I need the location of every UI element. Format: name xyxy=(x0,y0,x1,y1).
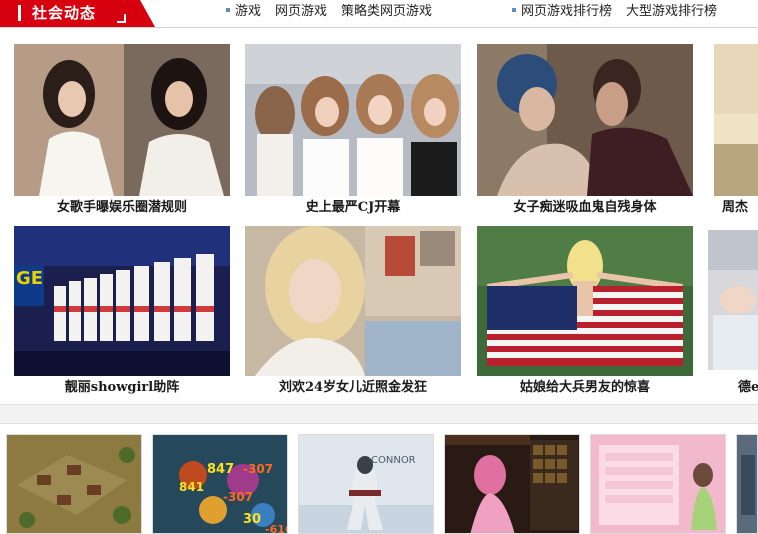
damage-number: -616 xyxy=(265,523,288,534)
damage-number: 30 xyxy=(243,512,261,527)
bullet-icon xyxy=(512,7,516,12)
photo-caption[interactable]: 女子痴迷吸血鬼自残身体 xyxy=(477,199,693,217)
photo-caption[interactable]: 姑娘给大兵男友的惊喜 xyxy=(477,379,693,397)
bullet-icon xyxy=(226,7,230,12)
game-thumbnail[interactable] xyxy=(6,434,142,534)
photo-image xyxy=(245,226,461,376)
photo-thumbnail[interactable] xyxy=(245,226,461,376)
photo-thumbnail[interactable] xyxy=(477,44,693,196)
nav-link-strategy-web-games[interactable]: 策略类网页游戏 xyxy=(341,4,432,19)
damage-number: 847 xyxy=(207,462,234,477)
photo-image xyxy=(14,44,230,196)
photo-caption[interactable]: 史上最严CJ开幕 xyxy=(245,199,461,217)
game-thumbnail[interactable]: CONNOR xyxy=(298,434,434,534)
game-thumbnail[interactable] xyxy=(590,434,726,534)
photo-image xyxy=(708,230,758,370)
photo-caption[interactable]: 德e xyxy=(738,379,758,397)
photo-caption[interactable]: 女歌手曝娱乐圈潜规则 xyxy=(14,199,230,217)
nav-link-web-game-rank[interactable]: 网页游戏排行榜 xyxy=(521,4,612,19)
game-image xyxy=(445,435,579,533)
photo-thumbnail[interactable] xyxy=(477,226,693,376)
damage-number: 841 xyxy=(179,480,204,494)
game-image xyxy=(737,435,757,533)
photo-image: GE xyxy=(14,226,230,376)
game-thumbnail[interactable] xyxy=(444,434,580,534)
photo-thumbnail[interactable] xyxy=(708,230,758,370)
section-title: 社会动态 xyxy=(32,4,97,22)
game-title-text: CONNOR xyxy=(371,455,416,466)
photo-thumbnail[interactable] xyxy=(714,44,758,196)
nav-group-left: 游戏 网页游戏 策略类网页游戏 xyxy=(226,3,446,21)
game-image: 847 -307 841 -307 30 -616 xyxy=(153,435,288,534)
section-tab[interactable]: 社会动态 xyxy=(0,0,155,27)
photo-thumbnail[interactable] xyxy=(245,44,461,196)
photo-caption[interactable]: 刘欢24岁女儿近照金发狂 xyxy=(245,379,461,397)
game-thumbnail[interactable]: 847 -307 841 -307 30 -616 xyxy=(152,434,288,534)
tab-marker-bar xyxy=(18,5,21,21)
game-image xyxy=(7,435,141,533)
game-thumbnail[interactable] xyxy=(736,434,758,534)
section-divider xyxy=(0,404,758,424)
photo-thumbnail[interactable] xyxy=(14,44,230,196)
photo-caption[interactable]: 靓丽showgirl助阵 xyxy=(14,379,230,397)
photo-image xyxy=(477,44,693,196)
damage-number: -307 xyxy=(223,490,253,504)
nav-group-right: 网页游戏排行榜 大型游戏排行榜 xyxy=(512,3,731,21)
nav-link-web-games[interactable]: 网页游戏 xyxy=(275,4,327,19)
photo-image xyxy=(477,226,693,376)
corner-arrow-icon xyxy=(117,14,126,23)
game-image xyxy=(591,435,725,533)
photo-image xyxy=(714,44,758,196)
damage-number: -307 xyxy=(243,462,273,476)
photo-caption[interactable]: 周杰 xyxy=(722,199,758,217)
stage-logo-text: GE xyxy=(16,268,43,289)
section-header-bar: 社会动态 游戏 网页游戏 策略类网页游戏 网页游戏排行榜 大型游戏排行榜 xyxy=(0,0,758,28)
photo-image xyxy=(245,44,461,196)
nav-link-games[interactable]: 游戏 xyxy=(235,4,261,19)
photo-thumbnail[interactable]: GE xyxy=(14,226,230,376)
game-image: CONNOR xyxy=(299,435,433,533)
nav-link-large-game-rank[interactable]: 大型游戏排行榜 xyxy=(626,4,717,19)
